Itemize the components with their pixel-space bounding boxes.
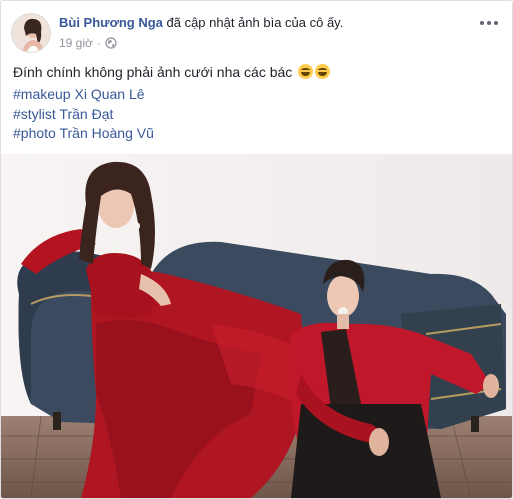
avatar-image: [12, 14, 50, 52]
laughing-emoji: [298, 64, 314, 79]
facebook-post: Bùi Phương Nga đã cập nhật ảnh bìa của c…: [0, 0, 513, 499]
hashtag-link[interactable]: #stylist Trần Đạt: [13, 105, 154, 125]
post-header: Bùi Phương Nga đã cập nhật ảnh bìa của c…: [11, 11, 502, 55]
hashtag-link[interactable]: #makeup Xi Quan Lê: [13, 85, 154, 105]
dot: [487, 21, 491, 25]
message-text: Đính chính không phải ảnh cưới nha các b…: [13, 64, 293, 80]
globe-icon: [105, 37, 117, 49]
author-name[interactable]: Bùi Phương Nga: [59, 15, 163, 30]
post-title: Bùi Phương Nga đã cập nhật ảnh bìa của c…: [59, 15, 343, 30]
timestamp[interactable]: 19 giờ: [59, 36, 93, 50]
laughing-emoji: [315, 64, 331, 79]
dot: [494, 21, 498, 25]
action-text: đã cập nhật ảnh bìa của cô ấy.: [166, 15, 344, 30]
hashtag-link[interactable]: #photo Trần Hoàng Vũ: [13, 124, 154, 144]
cover-photo-image: [1, 154, 512, 498]
cover-photo[interactable]: [1, 154, 512, 498]
dot: [480, 21, 484, 25]
post-meta: 19 giờ ·: [59, 36, 117, 50]
more-dots-icon[interactable]: [478, 15, 500, 31]
post-message: Đính chính không phải ảnh cưới nha các b…: [13, 61, 331, 83]
hashtag-list: #makeup Xi Quan Lê #stylist Trần Đạt #ph…: [13, 85, 154, 144]
avatar[interactable]: [11, 13, 51, 53]
separator-dot: ·: [96, 36, 101, 50]
